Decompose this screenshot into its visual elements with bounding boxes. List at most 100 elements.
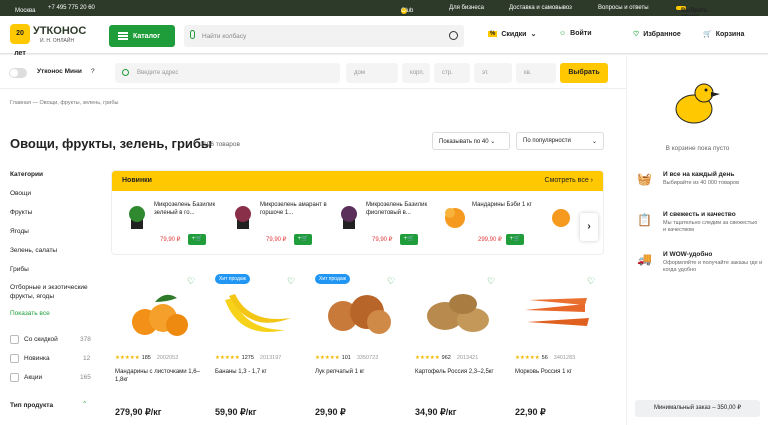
rating: ★★★★★ 185 2002053 xyxy=(115,355,179,361)
add-to-cart-button[interactable]: +🛒 xyxy=(400,234,418,245)
filter-new-count: 12 xyxy=(83,355,91,362)
novelty-price: 299,90 ₽ xyxy=(478,237,502,243)
product-card[interactable]: ♡ ★★★★★ 962 2013421 Картофель Россия 2,3–2… xyxy=(415,270,510,420)
filter-new-checkbox[interactable] xyxy=(10,354,19,363)
add-to-cart-button[interactable]: +🛒 xyxy=(294,234,312,245)
categories-title: Категории xyxy=(10,171,44,178)
rating: ★★★★★ 962 2013421 xyxy=(415,355,479,361)
faq-link[interactable]: Вопросы и ответы xyxy=(598,5,649,11)
floor-input[interactable]: эт. xyxy=(474,63,512,83)
rating: ★★★★★ 101 3350723 xyxy=(315,355,379,361)
phone-link[interactable]: +7 495 775 20 60 xyxy=(48,5,95,11)
user-icon: ☺ xyxy=(559,30,567,37)
feature-title: И свежесть и качество xyxy=(663,211,736,218)
login-button[interactable]: ☺ Войти xyxy=(559,30,592,37)
sidebar-item-greens[interactable]: Зелень, салаты xyxy=(10,247,57,254)
feature-text: Оформляйте и получайте заказы где и когд… xyxy=(663,260,763,273)
chevron-down-icon: ⌄ xyxy=(530,31,537,38)
basket-icon: 🧺 xyxy=(637,172,652,186)
sidebar-item-berries[interactable]: Ягоды xyxy=(10,228,29,235)
carousel-next-button[interactable]: › xyxy=(580,213,598,241)
filter-discount-checkbox[interactable] xyxy=(10,335,19,344)
novelty-card[interactable]: Микрозелень амарант в горшоче 1... 79,90… xyxy=(228,197,336,252)
search-input[interactable]: Найти колбасу xyxy=(184,25,464,47)
feature-title: И все на каждый день xyxy=(663,171,735,178)
cart-link[interactable]: 🛒 Корзина xyxy=(703,30,744,39)
add-to-cart-button[interactable]: +🛒 xyxy=(506,234,524,245)
sidebar-item-fruits[interactable]: Фрукты xyxy=(10,209,32,216)
sidebar-item-vegetables[interactable]: Овощи xyxy=(10,190,31,197)
search-icon[interactable] xyxy=(449,31,458,40)
product-image xyxy=(440,201,470,231)
novelty-card[interactable]: Мандарины Бэби 1 кг 299,90 ₽ +🛒 xyxy=(440,197,548,252)
product-image xyxy=(515,280,610,340)
product-name[interactable]: Лук репчатый 1 кг xyxy=(315,368,410,376)
feature-title: И WOW-удобно xyxy=(663,251,713,258)
novelty-price: 79,90 ₽ xyxy=(160,237,181,243)
percent-icon: % xyxy=(488,31,498,37)
mini-toggle[interactable] xyxy=(9,68,27,78)
korp-input[interactable]: корп. xyxy=(402,63,430,83)
discounts-menu[interactable]: % Скидки ⌄ xyxy=(488,30,536,38)
product-card[interactable]: ♡ ★★★★★ 185 2002053 Мандарины с листочками… xyxy=(115,270,210,420)
favorites-link[interactable]: ♡ Избранное xyxy=(633,30,681,39)
product-card[interactable]: Хит продаж ♡ ★★★★★ 1275 2013197 Бананы 1,3… xyxy=(215,270,310,420)
address-input[interactable]: Введите адрес xyxy=(115,63,340,83)
novelties-carousel: Новинки Смотреть все › Микрозелень Базили… xyxy=(111,170,604,255)
cart-icon: 🛒 xyxy=(703,31,712,38)
product-name[interactable]: Картофель Россия 2,3–2,5кг xyxy=(415,368,510,376)
menu-icon xyxy=(118,32,128,34)
choose-address-button[interactable]: Выбрать xyxy=(560,63,608,83)
filter-discount-count: 378 xyxy=(80,336,91,343)
product-name[interactable]: Мандарины с листочками 1,6–1,8кг xyxy=(115,368,210,384)
chevron-up-icon[interactable]: ⌃ xyxy=(82,400,87,408)
page-size-select[interactable]: Показывать по 40 ⌄ xyxy=(432,132,510,150)
product-price: 59,90 ₽/кг xyxy=(215,407,257,417)
logo-subtitle: И. Н. ОНЛАЙН xyxy=(40,38,75,44)
business-link[interactable]: Для бизнеса xyxy=(449,5,484,11)
choose-time-button[interactable]: Выбрать время xyxy=(676,6,708,20)
add-to-cart-button[interactable]: +🛒 xyxy=(188,234,206,245)
novelty-card[interactable]: Микрозелень Базилик зеленый в го... 79,9… xyxy=(122,197,230,252)
sort-select[interactable]: По популярности ⌄ xyxy=(516,132,604,150)
apt-input[interactable]: кв. xyxy=(516,63,556,83)
rating: ★★★★★ 1275 2013197 xyxy=(215,355,282,361)
breadcrumb-home[interactable]: Главная xyxy=(10,100,31,106)
product-card[interactable]: Хит продаж ♡ ★★★★★ 101 3350723 Лук репчаты… xyxy=(315,270,410,420)
str-input[interactable]: стр. xyxy=(434,63,470,83)
logo[interactable]: УТКОНОС xyxy=(33,25,86,37)
sidebar-item-exotic[interactable]: Отборные и экзотические фрукты, ягоды xyxy=(10,283,95,301)
heart-icon: ♡ xyxy=(633,31,640,38)
show-all-link[interactable]: Показать все xyxy=(10,310,50,317)
see-all-link[interactable]: Смотреть все › xyxy=(545,177,593,184)
product-name[interactable]: Бананы 1,3 - 1,7 кг xyxy=(215,368,310,376)
help-icon[interactable]: ? xyxy=(91,68,95,75)
filter-promo-label: Акции xyxy=(24,374,43,381)
cart-panel: В корзине пока пусто 🧺 И все на каждый д… xyxy=(627,55,768,425)
chevron-down-icon: ⌄ xyxy=(591,139,597,145)
novelty-price: 79,90 ₽ xyxy=(372,237,393,243)
product-image xyxy=(215,280,310,340)
product-image xyxy=(546,203,576,233)
product-name[interactable]: Морковь Россия 1 кг xyxy=(515,368,610,376)
header: 20 лет УТКОНОС И. Н. ОНЛАЙН Каталог Найт… xyxy=(0,16,768,57)
product-price: 29,90 ₽ xyxy=(315,407,346,417)
product-card[interactable]: ♡ ★★★★★ 56 3401283 Морковь Россия 1 кг 22,… xyxy=(515,270,610,420)
novelty-card[interactable]: Микрозелень Базилик фиолетовый в... 79,9… xyxy=(334,197,442,252)
type-filter-title[interactable]: Тип продукта xyxy=(10,402,53,409)
product-image xyxy=(334,201,364,231)
truck-icon: 🚚 xyxy=(637,252,652,266)
product-price: 34,90 ₽/кг xyxy=(415,407,457,417)
product-image xyxy=(415,280,510,340)
logo-badge[interactable]: 20 лет xyxy=(10,24,30,57)
house-input[interactable]: дом xyxy=(346,63,398,83)
delivery-link[interactable]: Доставка и самовывоз xyxy=(509,5,572,11)
catalog-button[interactable]: Каталог xyxy=(109,25,175,47)
novelties-header: Новинки Смотреть все › xyxy=(112,171,603,191)
filter-promo-checkbox[interactable] xyxy=(10,373,19,382)
product-image xyxy=(122,201,152,231)
duck-mascot-icon xyxy=(662,75,722,135)
sidebar-item-mushrooms[interactable]: Грибы xyxy=(10,266,29,273)
feature-text: Выбирайте из 40 000 товаров xyxy=(663,180,740,186)
product-image xyxy=(228,201,258,231)
